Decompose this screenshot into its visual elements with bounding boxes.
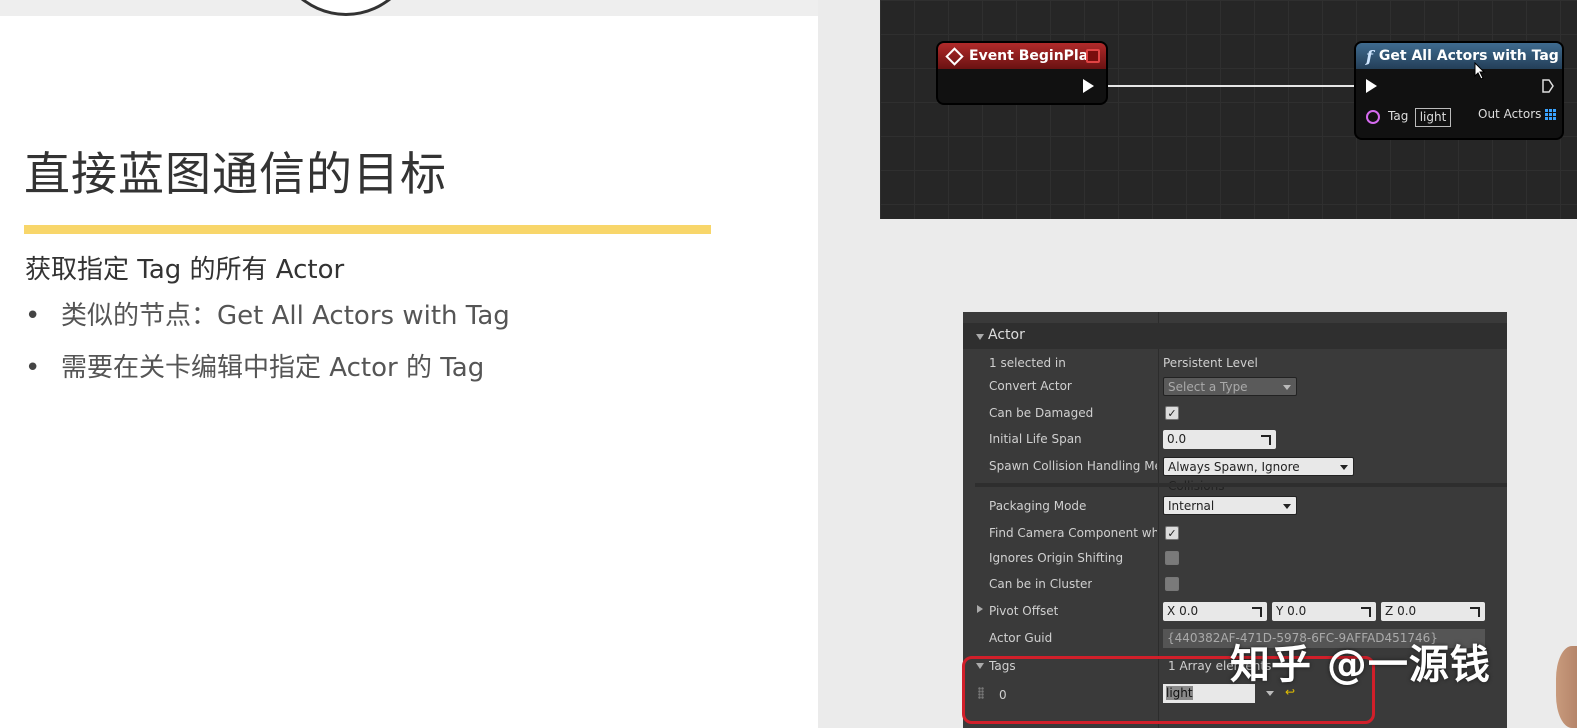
section-separator [975,483,1507,487]
function-icon: f [1366,46,1373,66]
event-beginplay-node[interactable]: Event BeginPlay [938,43,1106,103]
pivot-y-value: 0.0 [1287,604,1307,618]
can-be-damaged-checkbox[interactable]: ✓ [1165,406,1179,420]
spawn-collision-label: Spawn Collision Handling Method [989,459,1157,473]
spin-arrow-icon[interactable] [1470,607,1480,617]
ignores-origin-checkbox[interactable] [1165,551,1179,565]
selected-in-label: 1 selected in [989,356,1066,370]
actor-section-title: Actor [988,327,1025,343]
packaging-mode-dropdown[interactable]: Internal [1163,496,1297,515]
function-node-title: Get All Actors with Tag [1378,48,1559,64]
actor-section-header[interactable] [963,323,1507,349]
find-camera-checkbox[interactable]: ✓ [1165,526,1179,540]
pivot-x-value: 0.0 [1179,604,1199,618]
convert-actor-label: Convert Actor [989,379,1072,393]
tag-pin-icon[interactable] [1366,110,1380,124]
pivot-z-value: 0.0 [1397,604,1417,618]
event-node-title: Event BeginPlay [969,48,1097,64]
function-node-header[interactable]: f Get All Actors with Tag [1356,43,1562,69]
pivot-z-input[interactable]: Z 0.0 [1381,602,1485,621]
delegate-pin-icon[interactable] [1086,49,1100,63]
bullet-item: • 需要在关卡编辑中指定 Actor 的 Tag [25,350,510,402]
out-actors-label: Out Actors [1478,107,1542,121]
axis-x-label: X [1167,604,1176,618]
initial-life-span-label: Initial Life Span [989,432,1082,446]
pivot-y-input[interactable]: Y 0.0 [1272,602,1376,621]
slide-subtitle: 获取指定 Tag 的所有 Actor [25,255,345,285]
convert-actor-placeholder: Select a Type [1168,380,1248,394]
axis-z-label: Z [1385,604,1394,618]
convert-actor-dropdown[interactable]: Select a Type [1163,377,1297,396]
spin-arrow-icon[interactable] [1261,435,1271,445]
axis-y-label: Y [1276,604,1284,618]
packaging-mode-label: Packaging Mode [989,499,1087,513]
bullet-list: • 类似的节点：Get All Actors with Tag • 需要在关卡编辑中… [25,298,510,402]
pivot-x-input[interactable]: X 0.0 [1163,602,1267,621]
spin-arrow-icon[interactable] [1252,607,1262,617]
chevron-down-icon [1283,504,1291,509]
exec-out-hollow-pin-icon[interactable] [1542,79,1554,93]
bullet-item: • 类似的节点：Get All Actors with Tag [25,298,510,350]
collapse-arrow-icon[interactable] [976,334,984,340]
selected-level-value: Persistent Level [1163,356,1258,370]
packaging-mode-value: Internal [1168,499,1215,513]
pivot-offset-label: Pivot Offset [989,604,1059,618]
can-be-damaged-label: Can be Damaged [989,406,1094,420]
array-pin-icon[interactable] [1545,109,1557,121]
exec-out-pin-icon[interactable] [1083,79,1094,93]
find-camera-label: Find Camera Component when View Target [989,526,1157,540]
spin-arrow-icon[interactable] [1361,607,1371,617]
bullet-dot: • [25,353,41,383]
watermark: 知乎 @一源钱 [1230,642,1491,688]
presenter-face [1556,646,1577,728]
actor-guid-label: Actor Guid [989,631,1053,645]
can-be-in-cluster-label: Can be in Cluster [989,577,1093,591]
tag-pin-label: Tag [1388,109,1409,123]
expand-arrow-icon[interactable] [977,605,983,613]
exec-in-pin-icon[interactable] [1366,79,1377,93]
mouse-cursor-icon [1474,62,1486,80]
event-node-header[interactable]: Event BeginPlay [938,43,1106,69]
title-underline [24,225,711,234]
chevron-down-icon [1283,385,1291,390]
event-diamond-icon [945,46,964,66]
slide-top-strip [0,0,818,16]
initial-life-span-input[interactable]: 0.0 [1163,430,1276,449]
ignores-origin-label: Ignores Origin Shifting [989,551,1124,565]
slide-title: 直接蓝图通信的目标 [24,147,447,201]
can-be-in-cluster-checkbox[interactable] [1165,577,1179,591]
exec-wire [1106,85,1368,87]
spawn-collision-dropdown[interactable]: Always Spawn, Ignore Collisions [1163,457,1354,493]
bullet-text: 类似的节点：Get All Actors with Tag [61,301,510,331]
bullet-dot: • [25,301,41,331]
bullet-text: 需要在关卡编辑中指定 Actor 的 Tag [61,353,485,383]
get-all-actors-node[interactable]: f Get All Actors with Tag [1356,43,1562,138]
tag-value-input[interactable]: light [1415,108,1451,127]
chevron-down-icon [1340,465,1348,470]
life-span-value: 0.0 [1167,432,1187,446]
